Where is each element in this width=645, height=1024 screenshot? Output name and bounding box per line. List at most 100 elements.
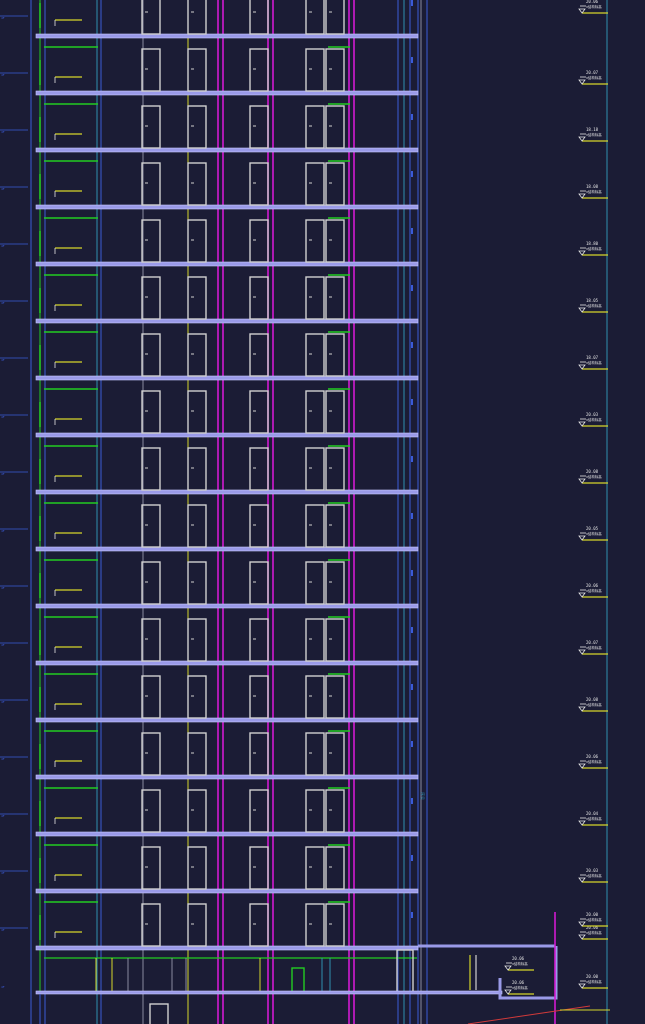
door-frame (305, 0, 325, 35)
door-frame (305, 48, 325, 92)
elevation-desc: ±结构标高 (586, 645, 602, 650)
left-mark: 4F (1, 16, 5, 20)
elevation-value: 20.06 (586, 754, 599, 759)
elevation-label: 20.06±结构标高 (578, 0, 608, 14)
door-frame (141, 105, 161, 149)
door-frame (187, 219, 207, 263)
elevation-label: 20.04±结构标高 (578, 811, 608, 826)
left-mark: 4F (1, 814, 5, 818)
door-frame (187, 618, 207, 662)
elevation-label: 20.08±结构标高 (578, 697, 608, 712)
door-frame (187, 903, 207, 947)
floor-slab (35, 432, 419, 438)
door-frame (249, 390, 269, 434)
elevation-label: 20.03±结构标高 (578, 412, 608, 427)
door-frame (141, 903, 161, 947)
door-frame (249, 0, 269, 35)
door-frame (187, 561, 207, 605)
door-frame (249, 105, 269, 149)
elevation-desc: ±结构标高 (586, 4, 602, 9)
door-frame (249, 789, 269, 833)
left-mark: 4F (1, 529, 5, 533)
elevation-label: 20.00±结构标高 (578, 912, 608, 927)
door-frame (325, 618, 345, 662)
left-mark: 4F (1, 928, 5, 932)
door-frame (141, 732, 161, 776)
elevation-desc: ±结构标高 (586, 360, 602, 365)
floor-slab (35, 603, 419, 609)
floor-stack (0, 0, 419, 951)
elevation-value: 20.08 (586, 697, 599, 702)
structural-frame (30, 0, 608, 1024)
door-frame (305, 675, 325, 719)
door-frame (325, 0, 345, 35)
elevation-desc: ±结构标高 (586, 873, 602, 878)
door-frame (187, 846, 207, 890)
door-frame (305, 903, 325, 947)
elevation-desc: ±结构标高 (586, 531, 602, 536)
podium-door (396, 949, 414, 993)
door-frame (325, 447, 345, 491)
door-frame (325, 48, 345, 92)
elevation-label: 20.06±结构标高 (504, 980, 534, 995)
podium-section (35, 912, 610, 1024)
door-frame (249, 675, 269, 719)
elevation-value: 20.06 (586, 583, 599, 588)
elevation-label: 20.06±结构标高 (578, 925, 608, 940)
floor-slab (35, 546, 419, 552)
elevation-desc: ±结构标高 (586, 417, 602, 422)
building-section-elevation: 20.07±结构标高18.18±结构标高18.08±结构标高18.80±结构标高… (0, 0, 610, 1024)
basement-door (149, 1003, 169, 1024)
floor-slab (35, 660, 419, 666)
left-mark: 4F (1, 301, 5, 305)
red-section-line (467, 1005, 591, 1024)
elevation-desc: ±结构标高 (586, 759, 602, 764)
elevation-value: 18.18 (586, 127, 599, 132)
door-frame (141, 846, 161, 890)
door-frame (305, 162, 325, 206)
left-mark: 4F (1, 472, 5, 476)
door-frame (325, 846, 345, 890)
floor-slab (35, 90, 419, 96)
left-mark: 4F (1, 871, 5, 875)
door-frame (305, 789, 325, 833)
elevation-value: 18.07 (586, 355, 599, 360)
door-frame (249, 561, 269, 605)
door-frame (187, 390, 207, 434)
door-frame (325, 732, 345, 776)
door-frame (141, 789, 161, 833)
elevation-label: 18.08±结构标高 (578, 184, 608, 199)
door-frame (305, 846, 325, 890)
elevation-label: 20.00±结构标高 (578, 974, 608, 989)
ground-slab (35, 990, 503, 995)
elevation-value: 18.80 (586, 241, 599, 246)
elevation-desc: ±结构标高 (586, 917, 602, 922)
door-frame (141, 504, 161, 548)
door-frame (249, 504, 269, 548)
floor-slab (35, 717, 419, 723)
door-frame (305, 219, 325, 263)
door-frame (141, 219, 161, 263)
left-mark: 4F (1, 757, 5, 761)
door-frame (141, 561, 161, 605)
elevation-desc: ±结构标高 (586, 474, 602, 479)
elevation-label: 20.05±结构标高 (578, 526, 608, 541)
door-frame (305, 732, 325, 776)
door-frame (141, 276, 161, 320)
elevation-label: 20.06±结构标高 (578, 583, 608, 598)
door-frame (305, 276, 325, 320)
elevation-desc: ±结构标高 (586, 930, 602, 935)
elevation-value: 20.06 (586, 0, 599, 4)
elevation-label: 20.06±结构标高 (504, 956, 534, 971)
floor-slab (35, 204, 419, 210)
door-frame (141, 333, 161, 377)
door-frame (187, 732, 207, 776)
door-frame (141, 675, 161, 719)
elevation-value: 20.03 (586, 412, 599, 417)
podium-green-box (291, 967, 305, 993)
door-frame (187, 162, 207, 206)
elevation-label: 18.18±结构标高 (578, 127, 608, 142)
elevation-value: 20.00 (586, 912, 599, 917)
door-frame (325, 390, 345, 434)
door-frame (325, 789, 345, 833)
